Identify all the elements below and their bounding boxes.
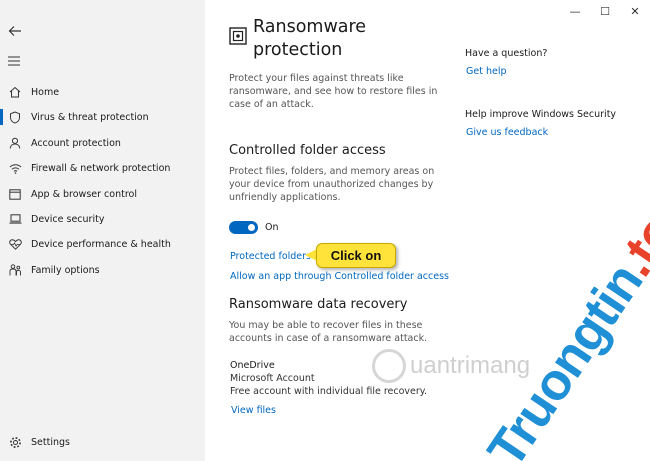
heart-icon: [8, 237, 22, 251]
sidebar-item-label: Settings: [31, 436, 70, 448]
window-icon: [8, 187, 22, 201]
hamburger-menu-icon[interactable]: [8, 56, 20, 66]
sidebar-item-label: Family options: [31, 264, 100, 276]
cfa-heading: Controlled folder access: [229, 143, 386, 158]
page-title: Ransomware protection: [253, 17, 367, 60]
sidebar-item-label: Device security: [31, 213, 105, 225]
sidebar-item-device-security[interactable]: Device security: [0, 208, 205, 230]
sidebar-item-label: Home: [31, 86, 60, 98]
cfa-toggle-label: On: [265, 222, 279, 233]
minimize-icon[interactable]: —: [560, 0, 590, 22]
allow-app-link[interactable]: Allow an app through Controlled folder a…: [230, 271, 449, 282]
maximize-icon[interactable]: ☐: [590, 0, 620, 22]
sidebar-item-account-protection[interactable]: Account protection: [0, 132, 205, 154]
click-on-callout: Click on: [316, 243, 396, 268]
give-feedback-link[interactable]: Give us feedback: [466, 127, 548, 138]
wifi-icon: [8, 161, 22, 175]
cfa-toggle[interactable]: [229, 221, 258, 234]
family-icon: [8, 263, 22, 277]
sidebar-item-label: Virus & threat protection: [31, 111, 149, 123]
shield-icon: [8, 110, 22, 124]
recovery-description: You may be able to recover files in thes…: [229, 320, 428, 344]
ransomware-icon: [229, 27, 247, 45]
protected-folders-link[interactable]: Protected folders: [230, 251, 311, 262]
view-files-link[interactable]: View files: [231, 405, 276, 416]
truongtin-main: Truongtin: [476, 253, 650, 461]
recovery-heading: Ransomware data recovery: [229, 297, 408, 312]
recovery-provider: OneDrive: [230, 360, 275, 371]
sidebar-item-home[interactable]: Home: [0, 81, 205, 103]
question-heading: Have a question?: [465, 48, 548, 59]
close-icon[interactable]: ✕: [620, 0, 650, 22]
person-icon: [8, 136, 22, 150]
quantrimang-watermark: uantrimang: [372, 346, 532, 386]
sidebar-item-device-performance-health[interactable]: Device performance & health: [0, 233, 205, 255]
sidebar-item-label: Account protection: [31, 137, 121, 149]
intro-text: Protect your files against threats like …: [229, 73, 438, 110]
get-help-link[interactable]: Get help: [466, 66, 507, 77]
laptop-icon: [8, 212, 22, 226]
sidebar-item-firewall-network[interactable]: Firewall & network protection: [0, 157, 205, 179]
sidebar-item-settings[interactable]: Settings: [0, 431, 205, 453]
home-icon: [8, 85, 22, 99]
truongtin-watermark: Truongtin.top: [430, 190, 650, 461]
sidebar-item-virus-threat-protection[interactable]: Virus & threat protection: [0, 106, 205, 128]
sidebar: Home Virus & threat protection Account p…: [0, 0, 205, 461]
toggle-knob: [248, 224, 255, 231]
truongtin-text: Truongtin.top: [476, 190, 650, 461]
recovery-account-type: Microsoft Account: [230, 373, 315, 384]
recovery-account-desc: Free account with individual file recove…: [230, 386, 428, 397]
quantrimang-logo-icon: [372, 349, 406, 383]
sidebar-item-label: Device performance & health: [31, 238, 171, 250]
sidebar-item-family-options[interactable]: Family options: [0, 259, 205, 281]
truongtin-tld: .top: [605, 190, 650, 287]
sidebar-item-app-browser-control[interactable]: App & browser control: [0, 183, 205, 205]
gear-icon: [8, 435, 22, 449]
sidebar-item-label: App & browser control: [31, 188, 137, 200]
back-arrow-icon[interactable]: [8, 24, 22, 38]
window-controls: — ☐ ✕: [560, 0, 650, 22]
cfa-description: Protect files, folders, and memory areas…: [229, 166, 435, 203]
improve-heading: Help improve Windows Security: [465, 109, 617, 120]
quantrimang-text: uantrimang: [410, 352, 531, 379]
sidebar-item-label: Firewall & network protection: [31, 162, 171, 174]
